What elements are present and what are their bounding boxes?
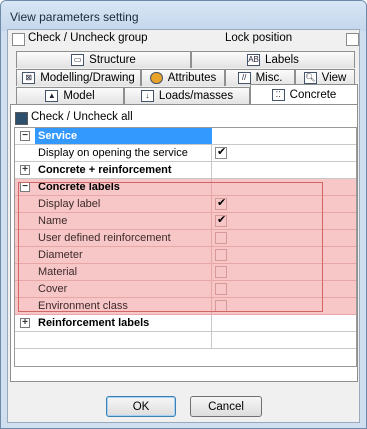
collapse-icon[interactable]: − — [20, 131, 30, 141]
row-value — [212, 281, 356, 297]
row-label — [35, 332, 212, 348]
check-all-label: Check / Uncheck all — [31, 111, 133, 123]
property-grid: − Service Display on opening the service… — [14, 127, 357, 367]
grid-row-concrete-reinforcement[interactable]: + Concrete + reinforcement — [15, 162, 356, 179]
grid-row-empty — [15, 332, 356, 349]
tab-modelling-drawing[interactable]: ⊠ Modelling/Drawing — [16, 69, 141, 86]
tab-attributes[interactable]: Attributes — [141, 69, 225, 86]
row-value — [212, 298, 356, 314]
grid-row-environment-class[interactable]: Environment class — [15, 298, 356, 315]
lock-position-label: Lock position — [225, 32, 293, 44]
tab-label: Attributes — [167, 72, 217, 84]
row-label: Name — [35, 213, 212, 229]
row-value — [212, 196, 356, 212]
grid-row-display-label[interactable]: Display label — [15, 196, 356, 213]
row-value — [212, 230, 356, 246]
row-label: User defined reinforcement — [35, 230, 212, 246]
row-value — [212, 332, 356, 348]
row-label: Material — [35, 264, 212, 280]
row-label: Reinforcement labels — [35, 315, 212, 331]
tab-labels[interactable]: AB Labels — [191, 51, 355, 68]
grid-row-reinforcement-labels[interactable]: + Reinforcement labels — [15, 315, 356, 332]
grid-row-user-defined-reinforcement[interactable]: User defined reinforcement — [15, 230, 356, 247]
tab-label: Concrete — [289, 88, 337, 101]
display-label-checkbox[interactable] — [215, 196, 227, 210]
cover-checkbox[interactable] — [215, 283, 227, 295]
row-label: Environment class — [35, 298, 212, 314]
window-title: View parameters setting — [10, 10, 139, 24]
lock-position-checkbox[interactable] — [346, 33, 359, 46]
row-value — [212, 264, 356, 280]
labels-icon: AB — [247, 54, 261, 66]
check-uncheck-group-checkbox[interactable] — [12, 33, 25, 46]
tab-label: View — [321, 72, 347, 84]
row-value — [212, 213, 356, 229]
row-value — [212, 315, 356, 331]
display-on-opening-checkbox[interactable] — [215, 145, 227, 159]
collapse-icon[interactable]: − — [20, 182, 30, 192]
expand-icon[interactable]: + — [20, 318, 30, 328]
modelling-icon: ⊠ — [22, 72, 36, 84]
check-uncheck-group-label: Check / Uncheck group — [28, 32, 148, 44]
grid-row-concrete-labels[interactable]: − Concrete labels — [15, 179, 356, 196]
row-value — [212, 145, 356, 161]
row-label: Service — [35, 128, 212, 144]
structure-icon: ▭ — [71, 54, 85, 66]
misc-icon: // — [237, 72, 251, 84]
row-value — [212, 128, 356, 144]
grid-row-material[interactable]: Material — [15, 264, 356, 281]
tab-label: Structure — [89, 54, 136, 66]
row-label: Concrete + reinforcement — [35, 162, 212, 178]
user-defined-reinforcement-checkbox[interactable] — [215, 232, 227, 244]
grid-row-display-on-opening[interactable]: Display on opening the service — [15, 145, 356, 162]
ok-button[interactable]: OK — [106, 396, 176, 417]
row-value — [212, 179, 356, 195]
tab-label: Modelling/Drawing — [40, 72, 135, 84]
tab-label: Labels — [265, 54, 299, 66]
grid-row-service[interactable]: − Service — [15, 128, 356, 145]
concrete-icon: ⁚⁚ — [271, 88, 285, 101]
attributes-icon — [149, 72, 163, 84]
diameter-checkbox[interactable] — [215, 249, 227, 261]
name-checkbox[interactable] — [215, 213, 227, 227]
grid-row-cover[interactable]: Cover — [15, 281, 356, 298]
row-label: Display on opening the service — [35, 145, 212, 161]
check-all-checkbox[interactable] — [15, 112, 28, 125]
tab-label: Misc. — [255, 72, 283, 84]
grid-row-diameter[interactable]: Diameter — [15, 247, 356, 264]
row-label: Diameter — [35, 247, 212, 263]
material-checkbox[interactable] — [215, 266, 227, 278]
grid-row-name[interactable]: Name — [15, 213, 356, 230]
tab-label: Loads/masses — [158, 90, 234, 102]
tab-model[interactable]: ▲ Model — [16, 87, 124, 104]
view-icon: 🔍︎ — [303, 72, 317, 84]
tab-loads-masses[interactable]: ↓ Loads/masses — [124, 87, 250, 104]
expand-icon[interactable]: + — [20, 165, 30, 175]
environment-class-checkbox[interactable] — [215, 300, 227, 312]
row-label: Concrete labels — [35, 179, 212, 195]
row-label: Cover — [35, 281, 212, 297]
tab-structure[interactable]: ▭ Structure — [16, 51, 191, 68]
row-label: Display label — [35, 196, 212, 212]
title-bar[interactable]: View parameters setting — [1, 1, 366, 31]
cancel-button[interactable]: Cancel — [190, 396, 262, 417]
row-value — [212, 247, 356, 263]
row-value — [212, 162, 356, 178]
tab-label: Model — [63, 90, 95, 102]
loads-icon: ↓ — [140, 90, 154, 102]
model-icon: ▲ — [45, 90, 59, 102]
tab-concrete[interactable]: ⁚⁚ Concrete — [250, 84, 358, 104]
